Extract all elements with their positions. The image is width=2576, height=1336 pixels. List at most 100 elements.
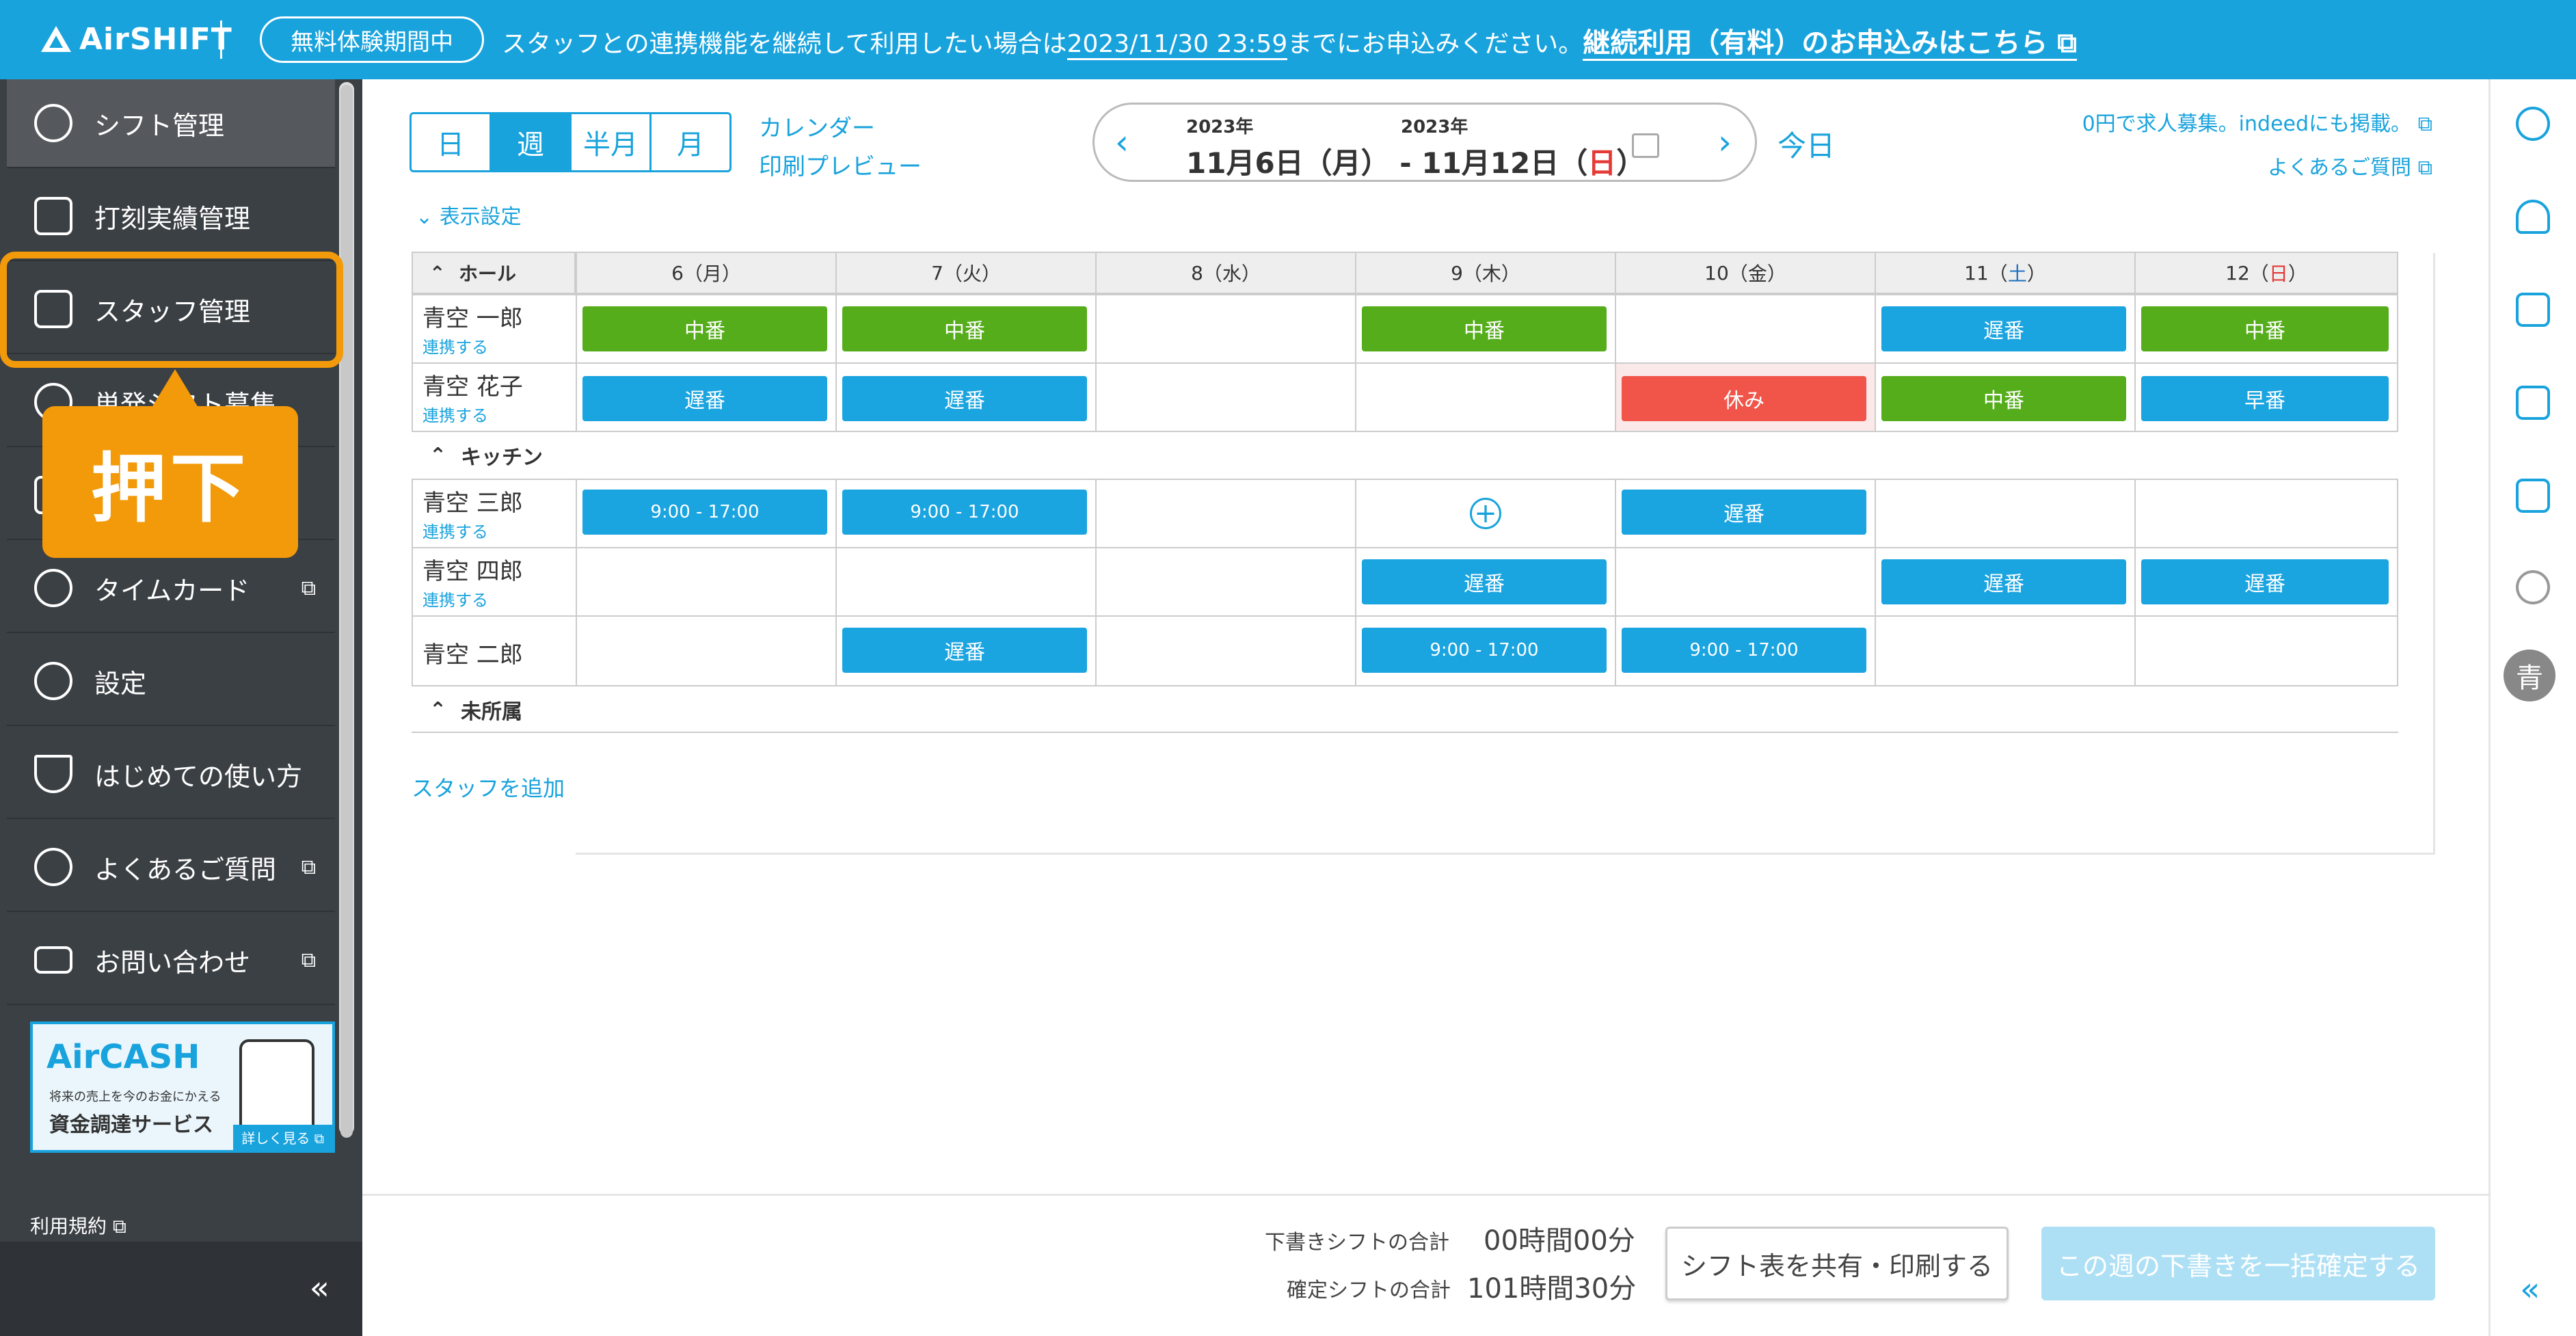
avatar[interactable]: 青 — [2504, 650, 2555, 702]
shift-pill[interactable]: 中番 — [2141, 306, 2389, 351]
shift-cell[interactable] — [1095, 295, 1356, 362]
info-icon[interactable] — [2516, 107, 2550, 141]
logo-separator — [220, 21, 222, 59]
shift-cell[interactable] — [1095, 617, 1356, 685]
doc-time-icon[interactable] — [2516, 386, 2550, 420]
faq-link[interactable]: よくあるご質問 ⧉ — [2082, 146, 2432, 190]
day-header-6: 6 （月） — [576, 252, 837, 294]
day-num: 12 — [2225, 261, 2250, 284]
shift-cell[interactable] — [1875, 617, 2136, 685]
link-staff-link[interactable]: 連携する — [422, 518, 488, 542]
sidebar-item-timesheet[interactable]: 打刻実績管理 — [7, 172, 335, 261]
shift-pill[interactable]: 遅番 — [1881, 559, 2126, 604]
day-num: 10 — [1704, 261, 1729, 284]
external-link-icon: ⧉ — [2417, 112, 2432, 136]
calendar-link[interactable]: カレンダー — [759, 109, 922, 148]
tab-halfmonth[interactable]: 半月 — [569, 112, 652, 172]
shift-pill[interactable]: 9:00 - 17:00 — [842, 490, 1087, 535]
continue-link[interactable]: 継続利用（有料）のお申込みはこちら ⧉ — [1583, 27, 2077, 61]
shift-pill[interactable]: 遅番 — [842, 376, 1087, 421]
day-paren: （ — [683, 263, 703, 285]
shift-cell[interactable] — [576, 548, 837, 615]
shift-pill[interactable]: 休み — [1622, 376, 1866, 421]
shift-pill[interactable]: 遅番 — [582, 376, 827, 421]
year-end: 2023年 — [1401, 117, 1468, 137]
add-user-icon[interactable] — [2516, 200, 2550, 234]
shift-cell[interactable] — [835, 548, 1097, 615]
chat-icon[interactable] — [2516, 570, 2550, 604]
tab-month[interactable]: 月 — [649, 112, 732, 172]
aircash-sub1: 将来の売上を今のお金にかえる — [49, 1090, 222, 1104]
shift-cell[interactable] — [1095, 480, 1356, 547]
shift-pill[interactable]: 遅番 — [2141, 559, 2389, 604]
aircash-more-link[interactable]: 詳しく見る ⧉ — [233, 1125, 332, 1150]
sidebar-item-label: 設定 — [94, 668, 147, 699]
tab-day[interactable]: 日 — [410, 112, 492, 172]
shift-pill[interactable]: 9:00 - 17:00 — [1362, 628, 1607, 673]
shift-pill[interactable]: 遅番 — [1881, 306, 2126, 351]
shift-cell[interactable] — [1095, 364, 1356, 431]
sidebar-item-beginner[interactable]: はじめての使い方 — [7, 730, 335, 819]
print-preview-link[interactable]: 印刷プレビュー — [759, 148, 922, 186]
logo-triangle-icon — [41, 26, 71, 52]
confirm-week-button[interactable]: この週の下書きを一括確定する — [2041, 1227, 2435, 1300]
sidebar-item-contact[interactable]: お問い合わせ ⧉ — [7, 916, 335, 1005]
shift-pill[interactable]: 遅番 — [1622, 490, 1866, 535]
right-sidebar-collapse-button[interactable]: « — [2520, 1270, 2540, 1309]
divider — [412, 732, 2398, 733]
chevron-right-icon[interactable]: › — [1718, 122, 1732, 162]
shift-pill[interactable]: 早番 — [2141, 376, 2389, 421]
shift-cell[interactable] — [576, 617, 837, 685]
shift-pill[interactable]: 遅番 — [1362, 559, 1607, 604]
shift-cell[interactable] — [1355, 364, 1616, 431]
shift-cell[interactable] — [1095, 548, 1356, 615]
group-header-unassigned[interactable]: ⌃ 未所属 — [412, 686, 522, 733]
display-settings-label: 表示設定 — [439, 205, 522, 229]
day-paren: （ — [1988, 263, 2008, 285]
trial-notice: スタッフとの連携機能を継続して利用したい場合は2023/11/30 23:59ま… — [502, 21, 2077, 61]
staff-name: 青空 三郎 — [422, 490, 523, 517]
chevron-left-icon[interactable]: ‹ — [1115, 122, 1129, 162]
group-header-hall[interactable]: ⌃ ホール — [412, 252, 576, 294]
link-staff-link[interactable]: 連携する — [422, 334, 488, 358]
shift-pill[interactable]: 遅番 — [842, 628, 1087, 673]
tab-week[interactable]: 週 — [489, 112, 572, 172]
sidebar-item-faq[interactable]: よくあるご質問 ⧉ — [7, 823, 335, 912]
shift-pill[interactable]: 9:00 - 17:00 — [582, 490, 827, 535]
shift-pill[interactable]: 中番 — [1881, 376, 2126, 421]
shift-cell[interactable] — [1615, 295, 1876, 362]
shift-pill[interactable]: 中番 — [842, 306, 1087, 351]
shift-cell[interactable] — [1875, 480, 2136, 547]
group-header-kitchen[interactable]: ⌃ キッチン — [412, 432, 543, 479]
add-staff-link[interactable]: スタッフを追加 — [412, 771, 565, 803]
staff-check-icon[interactable] — [2516, 479, 2550, 513]
shift-pill[interactable]: 中番 — [1362, 306, 1607, 351]
sidebar-item-shift[interactable]: シフト管理 — [7, 79, 335, 168]
share-print-button[interactable]: シフト表を共有・印刷する — [1665, 1227, 2009, 1300]
indeed-link[interactable]: 0円で求人募集。indeedにも掲載。 ⧉ — [2082, 103, 2432, 146]
shift-pill[interactable]: 中番 — [582, 306, 827, 351]
display-settings-toggle[interactable]: ⌄ 表示設定 — [416, 200, 522, 230]
aircash-banner[interactable]: AirCASH 将来の売上を今のお金にかえる 資金調達サービス 詳しく見る ⧉ — [30, 1021, 335, 1153]
shift-pill[interactable]: 9:00 - 17:00 — [1622, 628, 1866, 673]
shift-cell[interactable] — [2134, 617, 2397, 685]
question-icon — [34, 848, 72, 886]
add-shift-button[interactable]: + — [1470, 498, 1501, 529]
airshift-logo[interactable]: AirSHIFT — [41, 18, 232, 60]
sidebar-scrollbar-thumb[interactable] — [340, 85, 353, 1138]
day-num: 6 — [671, 261, 684, 284]
top-bar: AirSHIFT 無料体験期間中 スタッフとの連携機能を継続して利用したい場合は… — [0, 0, 2576, 79]
calendar-icon[interactable] — [1632, 133, 1659, 158]
app-frame: AirSHIFT 無料体験期間中 スタッフとの連携機能を継続して利用したい場合は… — [0, 0, 2576, 1336]
sidebar-scrollbar[interactable] — [339, 82, 354, 1138]
shift-cell[interactable] — [2134, 480, 2397, 547]
doc-check-icon[interactable] — [2516, 293, 2550, 327]
sidebar-item-settings[interactable]: 設定 — [7, 637, 335, 726]
link-staff-link[interactable]: 連携する — [422, 402, 488, 426]
today-button[interactable]: 今日 — [1777, 123, 1835, 165]
shift-icon — [34, 104, 72, 142]
sidebar-collapse-button[interactable]: « — [0, 1242, 362, 1336]
link-staff-link[interactable]: 連携する — [422, 587, 488, 611]
terms-link[interactable]: 利用規約 ⧉ — [30, 1212, 126, 1239]
shift-cell[interactable] — [1615, 548, 1876, 615]
